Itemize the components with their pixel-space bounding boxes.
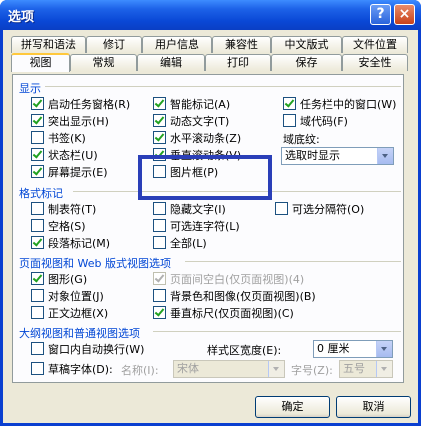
view-tab-panel: 显示 启动任务窗格(R) 智能标记(A) 任务栏中的窗口(W) 突出显示(H) …	[12, 74, 404, 383]
checkbox-optional-hyphens[interactable]: 可选连字符(L)	[153, 219, 240, 233]
style-width-label: 样式区宽度(E):	[207, 344, 282, 357]
help-icon: ?	[376, 6, 385, 22]
checkbox-box[interactable]	[31, 272, 44, 285]
tab-asian-typography[interactable]: 中文版式	[271, 36, 342, 53]
checkbox-box[interactable]	[283, 97, 296, 110]
checkbox-box[interactable]	[31, 306, 44, 319]
checkbox-horizontal-scrollbar[interactable]: 水平滚动条(Z)	[153, 131, 241, 145]
font-name-label: 名称(I):	[121, 364, 159, 377]
checkbox-box[interactable]	[153, 289, 166, 302]
tab-view[interactable]: 视图	[11, 53, 70, 72]
checkbox-box[interactable]	[153, 114, 166, 127]
checkbox-bookmarks[interactable]: 书签(K)	[31, 131, 86, 145]
checkbox-highlight[interactable]: 突出显示(H)	[31, 114, 109, 128]
close-icon: ×	[398, 6, 411, 22]
checkbox-smart-tags[interactable]: 智能标记(A)	[153, 97, 230, 111]
tab-save[interactable]: 保存	[271, 54, 342, 71]
checkbox-white-space-between-pages: 页面间空白(仅页面视图)(4)	[153, 272, 304, 286]
checkbox-background-colors[interactable]: 背景色和图像(仅页面视图)(B)	[153, 289, 316, 303]
checkbox-box[interactable]	[31, 97, 44, 110]
options-dialog: 选项 ? × 拼写和语法 修订 用户信息 兼容性 中文版式 文件位置 视图 常规…	[0, 0, 421, 426]
checkbox-screentips[interactable]: 屏幕提示(E)	[31, 165, 108, 179]
font-size-label: 字号(Z):	[291, 364, 333, 377]
checkbox-draft-font[interactable]: 草稿字体(D):	[31, 362, 113, 376]
checkbox-animated-text[interactable]: 动态文字(T)	[153, 114, 229, 128]
tab-spelling[interactable]: 拼写和语法	[11, 36, 86, 53]
checkbox-box[interactable]	[31, 362, 44, 375]
checkbox-box[interactable]	[153, 306, 166, 319]
print-view-section-title: 页面视图和 Web 版式视图选项	[19, 257, 171, 270]
checkbox-box[interactable]	[153, 219, 166, 232]
divider	[185, 261, 401, 262]
spinner-icon[interactable]	[376, 341, 392, 357]
ok-button[interactable]: 确定	[255, 396, 330, 418]
checkbox-box[interactable]	[283, 114, 296, 127]
format-section-title: 格式标记	[19, 187, 63, 200]
tab-print[interactable]: 打印	[205, 54, 271, 71]
field-shading-select[interactable]: 选取时显示	[281, 147, 394, 165]
display-section-title: 显示	[19, 82, 41, 95]
checkbox-startup-task-pane[interactable]: 启动任务窗格(R)	[31, 97, 130, 111]
checkbox-object-anchors[interactable]: 对象位置(J)	[31, 289, 104, 303]
checkbox-box[interactable]	[153, 131, 166, 144]
dialog-title: 选项	[8, 10, 35, 25]
checkbox-box	[153, 272, 166, 285]
checkbox-box[interactable]	[31, 165, 44, 178]
checkbox-status-bar[interactable]: 状态栏(U)	[31, 148, 98, 162]
dialog-body: 拼写和语法 修订 用户信息 兼容性 中文版式 文件位置 视图 常规 编辑 打印 …	[3, 30, 418, 423]
checkbox-optional-breaks[interactable]: 可选分隔符(O)	[275, 202, 364, 216]
checkbox-box[interactable]	[31, 202, 44, 215]
checkbox-vertical-ruler[interactable]: 垂直标尺(仅页面视图)(C)	[153, 306, 294, 320]
checkbox-spaces[interactable]: 空格(S)	[31, 219, 86, 233]
checkbox-box[interactable]	[31, 131, 44, 144]
tab-edit[interactable]: 编辑	[137, 54, 205, 71]
checkbox-all[interactable]: 全部(L)	[153, 236, 207, 250]
checkbox-box[interactable]	[153, 97, 166, 110]
cancel-button[interactable]: 取消	[336, 396, 411, 418]
checkbox-wrap-to-window[interactable]: 窗口内自动换行(W)	[31, 342, 144, 356]
divider	[153, 331, 401, 332]
checkbox-box[interactable]	[153, 202, 166, 215]
tab-security[interactable]: 安全性	[342, 54, 408, 71]
checkbox-field-codes[interactable]: 域代码(F)	[283, 114, 348, 128]
checkbox-box[interactable]	[31, 219, 44, 232]
font-size-select: 五号	[339, 360, 393, 378]
checkbox-windows-in-taskbar[interactable]: 任务栏中的窗口(W)	[283, 97, 396, 111]
chevron-down-icon	[376, 361, 392, 377]
font-name-select: 宋体	[173, 360, 285, 378]
tab-track-changes[interactable]: 修订	[86, 36, 142, 53]
close-button[interactable]: ×	[394, 4, 415, 25]
outline-section-title: 大纲视图和普通视图选项	[19, 327, 140, 340]
style-width-spinner[interactable]: 0 厘米	[313, 340, 393, 358]
help-button[interactable]: ?	[370, 4, 391, 25]
checkbox-text-boundaries[interactable]: 正文边框(X)	[31, 306, 108, 320]
field-shading-label: 域底纹:	[283, 133, 320, 146]
tab-general[interactable]: 常规	[70, 54, 137, 71]
checkbox-box[interactable]	[31, 342, 44, 355]
checkbox-box[interactable]	[31, 114, 44, 127]
checkbox-tab-characters[interactable]: 制表符(T)	[31, 202, 96, 216]
checkbox-box[interactable]	[31, 148, 44, 161]
checkbox-box[interactable]	[31, 289, 44, 302]
title-bar: 选项 ? ×	[0, 0, 421, 30]
tab-file-locations[interactable]: 文件位置	[342, 36, 408, 53]
divider	[45, 86, 401, 87]
checkbox-box[interactable]	[275, 202, 288, 215]
chevron-down-icon	[268, 361, 284, 377]
tab-user-info[interactable]: 用户信息	[142, 36, 212, 53]
checkbox-paragraph-marks[interactable]: 段落标记(M)	[31, 236, 110, 250]
highlight-box	[138, 155, 272, 200]
chevron-down-icon[interactable]	[377, 148, 393, 164]
checkbox-box[interactable]	[153, 236, 166, 249]
tab-compatibility[interactable]: 兼容性	[212, 36, 271, 53]
checkbox-hidden-text[interactable]: 隐藏文字(I)	[153, 202, 226, 216]
checkbox-drawings[interactable]: 图形(G)	[31, 272, 87, 286]
checkbox-box[interactable]	[31, 236, 44, 249]
